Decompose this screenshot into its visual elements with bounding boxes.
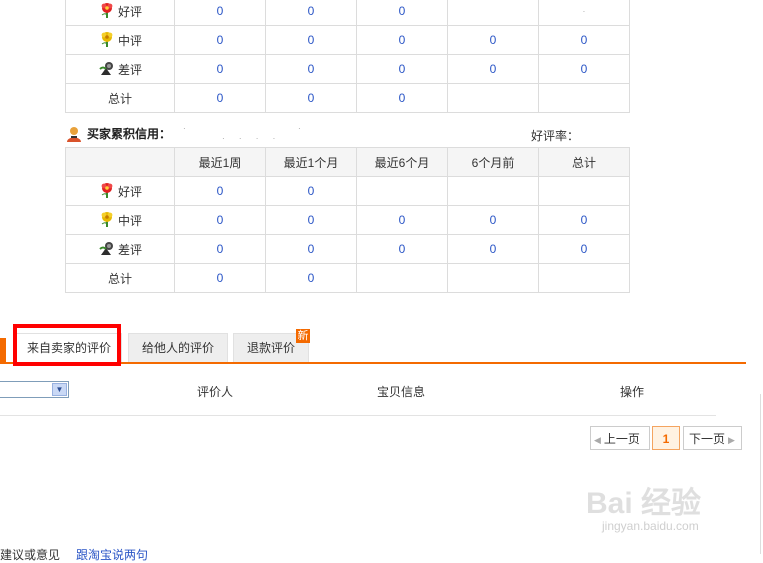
seller-value-cell[interactable]: 0 xyxy=(174,54,266,84)
seller-value-cell[interactable]: 0 xyxy=(265,83,357,113)
buyer-value-cell[interactable]: 0 xyxy=(265,263,357,293)
buyer-header-row: 最近1周 最近1个月 最近6个月 6个月前 总计 xyxy=(65,147,630,177)
seller-row: 中评 0 0 0 0 0 xyxy=(65,25,630,55)
seller-value-cell[interactable]: 0 xyxy=(356,83,448,113)
buyer-value-cell[interactable]: 0 xyxy=(447,205,539,235)
buyer-value-cell[interactable]: 0 xyxy=(538,234,630,264)
broken-flower-icon xyxy=(98,60,116,79)
buyer-header-cell xyxy=(65,147,175,177)
buyer-header-cell: 最近6个月 xyxy=(356,147,448,177)
filter-select[interactable]: ▼ xyxy=(0,381,69,398)
seller-row-label: 总计 xyxy=(65,83,175,113)
buyer-value-cell[interactable]: 0 xyxy=(265,234,357,264)
buyer-row: 总计 0 0 xyxy=(65,263,630,293)
seller-row: 总计 0 0 0 xyxy=(65,83,630,113)
seller-value-cell[interactable]: 0 xyxy=(174,83,266,113)
buyer-value-cell[interactable]: 0 xyxy=(265,205,357,235)
buyer-credit-title: 买家累积信用： xyxy=(65,125,171,142)
seller-value-cell[interactable]: 0 xyxy=(356,25,448,55)
tab-from-seller[interactable]: 来自卖家的评价 xyxy=(16,333,122,362)
footer-feedback-link[interactable]: 跟淘宝说两句 xyxy=(76,546,148,563)
chevron-down-icon[interactable]: ▼ xyxy=(52,383,67,396)
buyer-row: 好评 0 0 xyxy=(65,176,630,206)
buyer-value-cell[interactable]: 0 xyxy=(174,176,266,206)
buyer-value-cell[interactable]: 0 xyxy=(174,234,266,264)
buyer-row-label: 好评 xyxy=(65,176,175,206)
seller-row: 好评 0 0 0 · xyxy=(65,0,630,26)
buyer-value-cell xyxy=(447,176,539,206)
buyer-credit-label: 买家累积信用： xyxy=(87,127,172,141)
buyer-row-label: 中评 xyxy=(65,205,175,235)
yellow-flower-icon xyxy=(98,211,116,230)
seller-value-cell xyxy=(447,83,539,113)
seller-value-cell[interactable]: 0 xyxy=(356,54,448,84)
buyer-rating-table: 最近1周 最近1个月 最近6个月 6个月前 总计 好评 0 0 中评 0 0 0 0 0 差评 0 0 0 0 0 总计… xyxy=(65,147,630,293)
baidu-watermark-logo: Bai 经验 xyxy=(586,487,702,520)
seller-value-cell[interactable]: 0 xyxy=(356,0,448,26)
seller-value-cell[interactable]: 0 xyxy=(447,25,539,55)
seller-value-cell[interactable]: 0 xyxy=(265,25,357,55)
buyer-value-cell xyxy=(538,176,630,206)
next-page-button[interactable]: 下一页 ▶ xyxy=(683,426,742,450)
buyer-value-cell[interactable]: 0 xyxy=(174,263,266,293)
column-rater: 评价人 xyxy=(197,385,234,399)
seller-value-cell[interactable]: 0 xyxy=(538,54,630,84)
prev-page-label: 上一页 xyxy=(603,432,640,446)
buyer-row-label: 总计 xyxy=(65,263,175,293)
buyer-value-cell[interactable]: 0 xyxy=(265,176,357,206)
positive-rate-label: 好评率： xyxy=(531,129,580,143)
seller-row-label: 好评 xyxy=(65,0,175,26)
seller-value-cell[interactable]: 0 xyxy=(174,0,266,26)
buyer-row-label: 差评 xyxy=(65,234,175,264)
next-page-label: 下一页 xyxy=(689,432,726,446)
buyer-value-cell[interactable]: 0 xyxy=(356,205,448,235)
buyer-value-cell[interactable]: 0 xyxy=(174,205,266,235)
tab-underline xyxy=(0,362,746,364)
seller-row-label: 差评 xyxy=(65,54,175,84)
new-badge: 新 xyxy=(296,329,310,343)
seller-value-cell[interactable]: 0 xyxy=(265,0,357,26)
buyer-value-cell xyxy=(356,263,448,293)
seller-value-cell[interactable]: 0 xyxy=(174,25,266,55)
buyer-row: 差评 0 0 0 0 0 xyxy=(65,234,630,264)
seller-value-cell[interactable]: 0 xyxy=(538,25,630,55)
buyer-value-cell xyxy=(538,263,630,293)
seller-value-cell xyxy=(538,83,630,113)
list-divider xyxy=(0,415,716,416)
column-item-info: 宝贝信息 xyxy=(377,385,426,399)
tab-left-accent xyxy=(0,338,6,362)
buyer-header-cell: 最近1周 xyxy=(174,147,266,177)
yellow-flower-icon xyxy=(98,31,116,50)
buyer-value-cell[interactable]: 0 xyxy=(447,234,539,264)
buyer-header-cell: 总计 xyxy=(538,147,630,177)
buyer-value-cell xyxy=(447,263,539,293)
seller-value-cell[interactable]: 0 xyxy=(447,54,539,84)
chevron-right-icon: ▶ xyxy=(728,435,735,445)
red-flower-icon xyxy=(98,2,116,21)
seller-value-cell: · xyxy=(538,0,630,26)
buyer-value-cell xyxy=(356,176,448,206)
chevron-left-icon: ◀ xyxy=(594,435,601,445)
seller-rating-table: 好评 0 0 0 · 中评 0 0 0 0 0 差评 0 0 0 0 0 总计 0 0 0 xyxy=(65,0,630,113)
broken-flower-icon xyxy=(98,240,116,259)
buyer-avatar-icon xyxy=(67,126,81,142)
buyer-header-cell: 6个月前 xyxy=(447,147,539,177)
column-action: 操作 xyxy=(620,385,645,399)
seller-value-cell[interactable]: 0 xyxy=(265,54,357,84)
seller-row: 差评 0 0 0 0 0 xyxy=(65,54,630,84)
tab-to-others[interactable]: 给他人的评价 xyxy=(128,333,228,362)
red-flower-icon xyxy=(98,182,116,201)
seller-row-label: 中评 xyxy=(65,25,175,55)
buyer-value-cell[interactable]: 0 xyxy=(538,205,630,235)
buyer-row: 中评 0 0 0 0 0 xyxy=(65,205,630,235)
baidu-watermark-url: jingyan.baidu.com xyxy=(602,519,699,533)
buyer-value-cell[interactable]: 0 xyxy=(356,234,448,264)
prev-page-button[interactable]: ◀ 上一页 xyxy=(590,426,650,450)
page-number-current[interactable]: 1 xyxy=(652,426,680,450)
seller-value-cell xyxy=(447,0,539,26)
buyer-header-cell: 最近1个月 xyxy=(265,147,357,177)
footer-feedback-text: 建议或意见 xyxy=(0,548,61,562)
